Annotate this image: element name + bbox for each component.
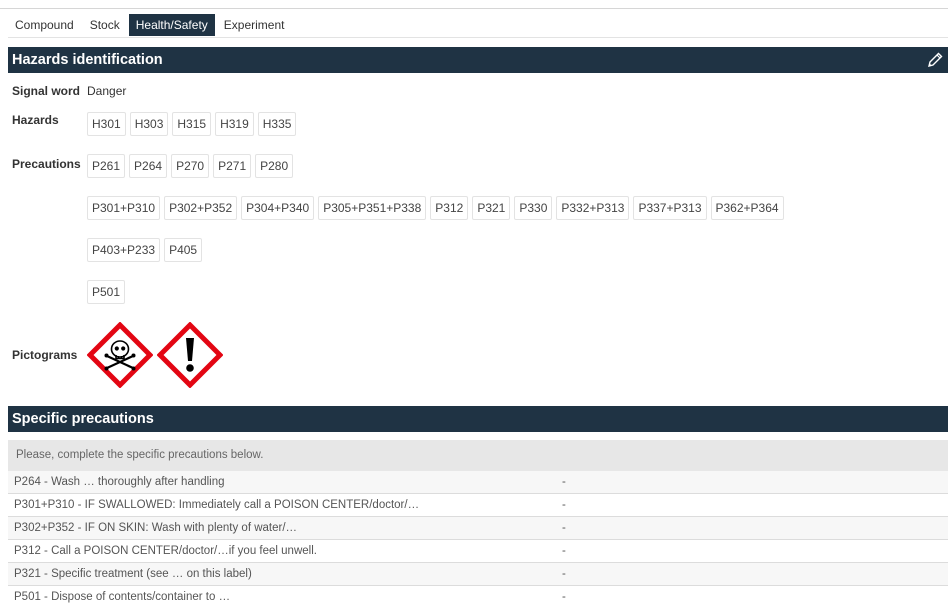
precaution-code: P405	[164, 238, 203, 262]
precaution-code: P330	[514, 196, 553, 220]
precaution-value[interactable]: -	[556, 545, 566, 557]
precaution-code: P264	[129, 154, 168, 178]
table-row[interactable]: P321 - Specific treatment (see … on this…	[8, 563, 948, 586]
precaution-value[interactable]: -	[556, 568, 566, 580]
hazard-codes: H301 H303 H315 H319 H335	[87, 112, 297, 136]
precaution-description: P264 - Wash … thoroughly after handling	[14, 476, 225, 488]
precautions-label: Precautions	[12, 157, 81, 171]
hazards-section-header: Hazards identification	[8, 47, 948, 73]
precaution-code: P261	[87, 154, 126, 178]
table-row[interactable]: P501 - Dispose of contents/container to …	[8, 586, 948, 607]
precaution-code: P304+P340	[241, 196, 315, 220]
precaution-description: P301+P310 - IF SWALLOWED: Immediately ca…	[14, 499, 420, 511]
signal-word-value: Danger	[87, 84, 127, 98]
precaution-codes-row-4: P501	[87, 280, 126, 304]
precaution-codes-row-1: P261 P264 P270 P271 P280	[87, 154, 294, 178]
table-row[interactable]: P301+P310 - IF SWALLOWED: Immediately ca…	[8, 494, 948, 517]
precaution-code: P337+P313	[633, 196, 707, 220]
hazards-section-title: Hazards identification	[12, 52, 163, 68]
precaution-description: P312 - Call a POISON CENTER/doctor/…if y…	[14, 545, 317, 557]
precaution-value[interactable]: -	[556, 591, 566, 603]
pictograms	[87, 322, 223, 388]
precaution-code: P302+P352	[164, 196, 238, 220]
precaution-code: P271	[213, 154, 252, 178]
hazard-code: H301	[87, 112, 126, 136]
precaution-code: P280	[255, 154, 294, 178]
tab-compound[interactable]: Compound	[8, 14, 81, 36]
precaution-code: P305+P351+P338	[318, 196, 427, 220]
precaution-value[interactable]: -	[556, 522, 566, 534]
precaution-value[interactable]: -	[556, 499, 566, 511]
hazard-code: H335	[257, 112, 297, 136]
skull-crossbones-icon	[87, 322, 153, 388]
signal-word-label: Signal word	[12, 84, 81, 98]
pictograms-label: Pictograms	[12, 348, 78, 362]
tab-health-safety[interactable]: Health/Safety	[128, 14, 215, 36]
precaution-code: P403+P233	[87, 238, 161, 262]
tab-bar: Compound Stock Health/Safety Experiment	[0, 8, 948, 38]
table-row[interactable]: P302+P352 - IF ON SKIN: Wash with plenty…	[8, 517, 948, 540]
precaution-codes-row-2: P301+P310 P302+P352 P304+P340 P305+P351+…	[87, 196, 784, 220]
table-row[interactable]: P312 - Call a POISON CENTER/doctor/…if y…	[8, 540, 948, 563]
specific-precautions-title: Specific precautions	[12, 411, 154, 427]
precaution-description: P501 - Dispose of contents/container to …	[14, 591, 231, 603]
specific-precautions-table: P264 - Wash … thoroughly after handling …	[8, 471, 948, 607]
precaution-code: P301+P310	[87, 196, 161, 220]
precaution-code: P270	[171, 154, 210, 178]
hazards-label: Hazards	[12, 113, 59, 127]
hazard-code: H315	[172, 112, 212, 136]
hazard-code: H319	[215, 112, 254, 136]
precaution-description: P302+P352 - IF ON SKIN: Wash with plenty…	[14, 522, 298, 534]
precaution-code: P362+P364	[710, 196, 784, 220]
tab-experiment[interactable]: Experiment	[217, 14, 292, 36]
precaution-code: P312	[430, 196, 469, 220]
specific-precautions-notice: Please, complete the specific precaution…	[8, 440, 948, 471]
tab-stock[interactable]: Stock	[83, 14, 127, 36]
table-row[interactable]: P264 - Wash … thoroughly after handling …	[8, 471, 948, 494]
precaution-codes-row-3: P403+P233 P405	[87, 238, 203, 262]
precaution-code: P321	[472, 196, 511, 220]
specific-precautions-header: Specific precautions	[8, 406, 948, 432]
precaution-code: P501	[87, 280, 126, 304]
precaution-value[interactable]: -	[556, 476, 566, 488]
hazard-code: H303	[129, 112, 169, 136]
precaution-description: P321 - Specific treatment (see … on this…	[14, 568, 252, 580]
exclamation-mark-icon	[157, 322, 223, 388]
precaution-code: P332+P313	[556, 196, 630, 220]
pencil-icon[interactable]	[926, 51, 944, 69]
